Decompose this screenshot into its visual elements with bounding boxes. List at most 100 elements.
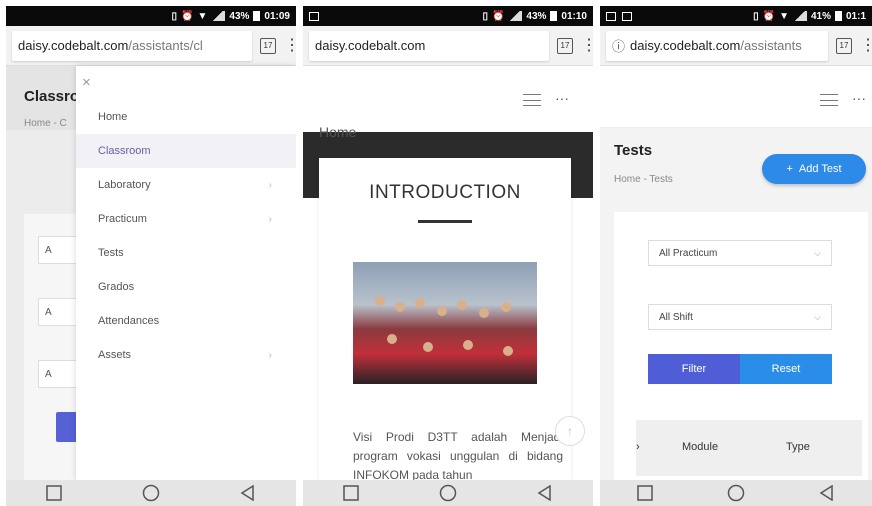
status-bar: ▯ ⏰ ▼ 43% 01:09: [6, 6, 296, 26]
photo-person: [437, 306, 447, 316]
page-title: Tests: [614, 142, 653, 159]
photo-person: [501, 302, 511, 312]
column-header-module[interactable]: Module: [682, 441, 718, 453]
message-notification-icon: [606, 11, 616, 21]
more-dots-icon[interactable]: ···: [555, 90, 569, 106]
recent-apps-icon[interactable]: [44, 483, 64, 503]
image-notification-icon: [309, 11, 319, 21]
section-heading: INTRODUCTION: [369, 182, 521, 203]
phone-screen-tests: ▯ ⏰ ▼ 41% 01:1 ⓘ daisy.codebalt.com/assis…: [600, 6, 872, 506]
address-bar[interactable]: daisy.codebalt.com: [309, 30, 549, 61]
signal-icon: [792, 11, 807, 21]
heading-divider: [418, 220, 472, 223]
browser-menu-icon[interactable]: ⋮: [581, 37, 593, 53]
intro-paragraph: Visi Prodi D3TT adalah Menjadi program v…: [353, 430, 563, 482]
android-nav-bar: [600, 480, 872, 506]
chevron-right-icon: ›: [268, 213, 272, 225]
select-value: All Practicum: [659, 247, 718, 259]
back-icon[interactable]: [817, 483, 837, 503]
browser-toolbar: daisy.codebalt.com/assistants/cl 17 ⋮: [6, 26, 296, 66]
menu-item-label: Grados: [98, 281, 135, 293]
url-host: daisy.codebalt.com: [630, 38, 741, 53]
home-icon[interactable]: [438, 483, 458, 503]
hero-heading: Home: [319, 124, 357, 140]
signal-icon: [508, 11, 523, 21]
photo-person: [395, 302, 405, 312]
group-photo: [353, 262, 537, 384]
hamburger-menu-icon[interactable]: [523, 94, 541, 106]
menu-item-label: Home: [98, 111, 128, 123]
browser-menu-icon[interactable]: ⋮: [860, 37, 872, 53]
url-host: daisy.codebalt.com: [18, 38, 129, 53]
battery-percent: 41%: [810, 10, 831, 22]
shift-select[interactable]: All Shift ⌵: [648, 304, 832, 330]
back-icon[interactable]: [535, 483, 555, 503]
url-path: /assistants: [740, 38, 802, 53]
practicum-select[interactable]: All Practicum ⌵: [648, 240, 832, 266]
tab-switcher-button[interactable]: 17: [260, 37, 276, 54]
browser-toolbar: daisy.codebalt.com 17 ⋮: [303, 26, 593, 66]
menu-item-label: Assets: [98, 349, 132, 361]
battery-icon: [253, 11, 261, 21]
screenshot-collage: ▯ ⏰ ▼ 43% 01:09 daisy.codebalt.com/assis…: [0, 0, 872, 506]
scroll-to-top-button[interactable]: ↑: [555, 416, 585, 446]
menu-item-assets[interactable]: Assets ›: [76, 338, 296, 372]
wifi-icon: ▼: [197, 10, 208, 22]
phone-screen-menu: ▯ ⏰ ▼ 43% 01:09 daisy.codebalt.com/assis…: [6, 6, 296, 506]
reset-button[interactable]: Reset: [740, 354, 832, 384]
vibrate-icon: ▯: [482, 10, 488, 22]
menu-item-practicum[interactable]: Practicum ›: [76, 202, 296, 236]
hamburger-menu-icon[interactable]: [820, 94, 838, 106]
photo-person: [423, 342, 433, 352]
alarm-icon: ⏰: [762, 10, 776, 22]
address-bar[interactable]: daisy.codebalt.com/assistants/cl: [12, 30, 252, 61]
add-test-button[interactable]: + Add Test: [762, 154, 866, 184]
vibrate-icon: ▯: [171, 10, 178, 22]
menu-item-classroom[interactable]: Classroom: [76, 134, 296, 168]
wifi-icon: ▼: [779, 10, 789, 22]
menu-item-attendances[interactable]: Attendances: [76, 304, 296, 338]
phone-screen-home: ▯ ⏰ 43% 01:10 daisy.codebalt.com 17 ⋮ ··…: [303, 6, 593, 506]
menu-item-label: Laboratory: [98, 179, 151, 191]
back-icon[interactable]: [238, 483, 258, 503]
android-nav-bar: [6, 480, 296, 506]
chevron-down-icon: ⌵: [814, 247, 821, 258]
alarm-icon: ⏰: [181, 10, 194, 22]
tab-switcher-button[interactable]: 17: [557, 37, 573, 54]
status-bar: ▯ ⏰ ▼ 41% 01:1: [600, 6, 872, 26]
tab-switcher-button[interactable]: 17: [836, 37, 852, 54]
photo-person: [415, 298, 425, 308]
alarm-icon: ⏰: [491, 10, 505, 22]
clock: 01:1: [845, 10, 866, 22]
close-icon[interactable]: ×: [82, 74, 91, 91]
page-title: Classro: [24, 88, 80, 105]
menu-item-laboratory[interactable]: Laboratory ›: [76, 168, 296, 202]
filter-button[interactable]: Filter: [648, 354, 740, 384]
info-icon[interactable]: ⓘ: [612, 36, 625, 55]
site-header: ···: [303, 66, 593, 132]
image-notification-icon: [622, 11, 632, 21]
more-dots-icon[interactable]: ···: [852, 90, 866, 106]
menu-item-grados[interactable]: Grados: [76, 270, 296, 304]
clock: 01:09: [264, 10, 290, 22]
chevron-right-icon: ›: [268, 179, 272, 191]
recent-apps-icon[interactable]: [341, 483, 361, 503]
vibrate-icon: ▯: [753, 10, 759, 22]
menu-item-tests[interactable]: Tests: [76, 236, 296, 270]
address-bar[interactable]: ⓘ daisy.codebalt.com/assistants: [606, 30, 828, 61]
column-header-type[interactable]: Type: [786, 441, 810, 453]
recent-apps-icon[interactable]: [635, 483, 655, 503]
select-value: All Shift: [659, 311, 693, 323]
home-icon[interactable]: [141, 483, 161, 503]
nav-drawer: × Home Classroom Laboratory › Practicum › …: [76, 66, 296, 480]
status-bar: ▯ ⏰ 43% 01:10: [303, 6, 593, 26]
site-header: ···: [600, 66, 872, 128]
menu-item-label: Attendances: [98, 315, 160, 327]
photo-person: [463, 340, 473, 350]
browser-menu-icon[interactable]: ⋮: [284, 37, 296, 53]
menu-item-home[interactable]: Home: [76, 100, 296, 134]
battery-icon: [550, 11, 558, 21]
column-header-expand[interactable]: ›: [636, 441, 640, 453]
home-icon[interactable]: [726, 483, 746, 503]
battery-percent: 43%: [229, 10, 250, 22]
